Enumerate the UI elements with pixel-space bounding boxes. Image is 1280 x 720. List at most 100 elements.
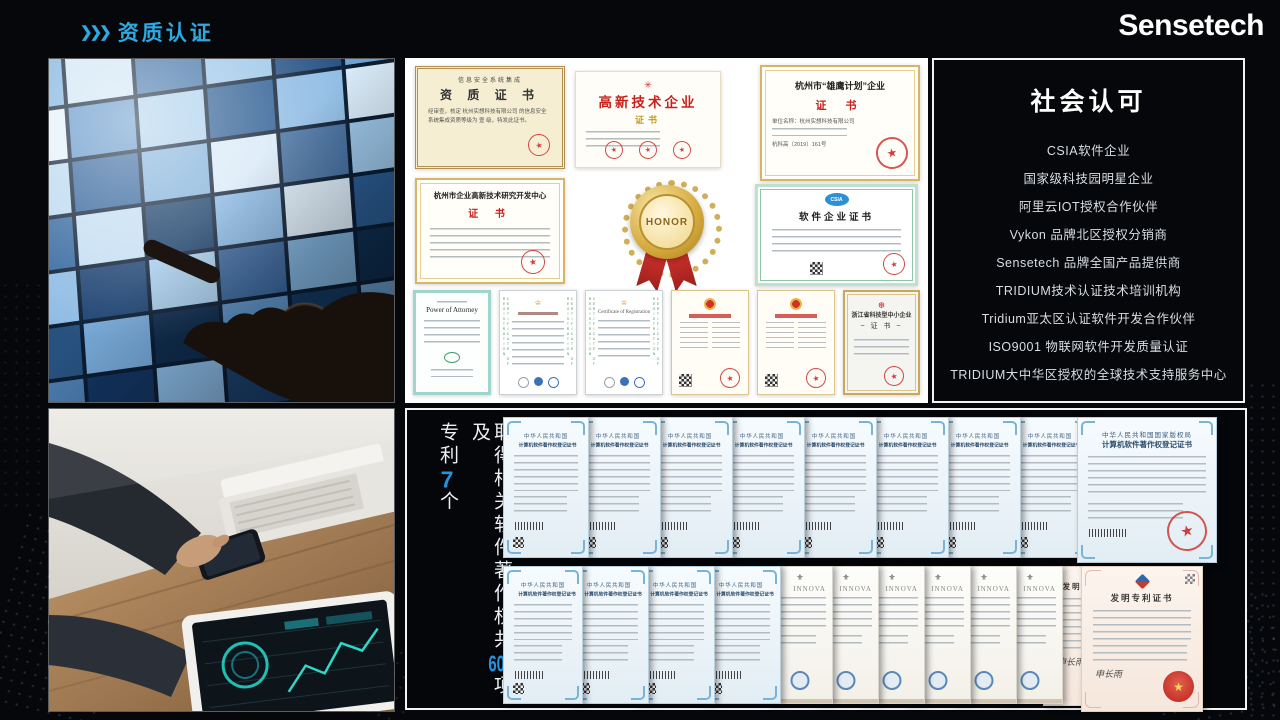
software-copyright-certificate: 中华人民共和国 计算机软件著作权登记证书 [503, 417, 589, 558]
certificate-body-text: 经审查，核定 杭州实想科技有限公司 的信息安全系统集成资质等级为 壹 级，特发此… [428, 108, 552, 126]
blue-ring-seal [837, 671, 856, 690]
chevron-right-icon: ❯❯❯ [80, 23, 109, 41]
blue-ring-seal [883, 671, 902, 690]
text-lines-placeholder [512, 321, 564, 365]
invention-patent-certificate-large: 发明专利证书 申长雨 [1081, 566, 1203, 712]
certificate-title: Power of Attorney [422, 306, 482, 314]
cnipa-logo [1134, 574, 1150, 590]
certificate-software-enterprise: CSIA 软件企业证书 [755, 184, 918, 286]
certificate-subtitle: 证 书 [772, 97, 908, 113]
medal-label: HONOR [639, 194, 695, 250]
certificate-title: Certificate of Registration [596, 310, 652, 315]
particle-dots-decoration [0, 280, 46, 510]
certificate-of-registration-cn: CERTIFICATE OF REGISTRATION CERTIFICATE … [499, 290, 577, 395]
photo-hand-touch-screens-art [49, 59, 394, 402]
text-lines-placeholder [854, 339, 909, 355]
certificate-eagle-plan: 杭州市“雄鹰计划”企业 证 书 单位名称：杭州实想科技有限公司 杭科高〔2019… [760, 65, 920, 181]
csia-cloud-logo: CSIA [825, 193, 849, 206]
certificate-title: 高新技术企业 [586, 91, 710, 111]
medal-ring: HONOR [630, 185, 704, 259]
certificate-security-integration: 信息安全系统集成 资 质 证 书 经审查，核定 杭州实想科技有限公司 的信息安全… [415, 66, 565, 169]
photo-hand-touch-screens [48, 58, 395, 403]
page-title-text: 资质认证 [118, 17, 214, 47]
list-item: TRIDIUM大中华区授权的全球技术支持服务中心 [950, 364, 1227, 383]
patent-summary-column: 专利7个 [435, 422, 458, 704]
national-emblem-icon [704, 298, 716, 310]
blue-ring-seal [929, 671, 948, 690]
crest-icon: ♔ [510, 299, 566, 308]
qr-code [810, 262, 823, 275]
gray-seal [518, 377, 529, 388]
red-seal [718, 366, 741, 389]
qr-code [765, 374, 778, 387]
patents-summary-vertical-text: 取得相关软件著作权共60+项及 专利7个 [423, 422, 512, 704]
certificate-category: 信息安全系统集成 [428, 75, 552, 84]
text-lines-placeholder [431, 369, 473, 377]
red-seal [672, 140, 693, 161]
certificates-panel: 信息安全系统集成 资 质 证 书 经审查，核定 杭州实想科技有限公司 的信息安全… [405, 58, 928, 403]
red-seal [882, 364, 905, 387]
red-seal [804, 366, 827, 389]
list-item: CSIA软件企业 [1047, 140, 1130, 159]
certificate-title: 杭州市企业高新技术研究开发中心 [426, 190, 554, 201]
patent-count: 7 [434, 468, 460, 491]
certificate-subtitle: 证书 [586, 113, 710, 126]
page-title: ❯❯❯ 资质认证 [80, 17, 214, 47]
certificate-title: 资 质 证 书 [428, 86, 552, 103]
red-seal [604, 140, 625, 161]
summary-text: 专利 [437, 422, 458, 468]
sensetech-logo: Sensetech [1118, 9, 1264, 43]
certificate-with-national-emblem [671, 290, 749, 395]
copyright-certificates-row: 中华人民共和国 计算机软件著作权登记证书 中华人民共和国 计算机软件著作权登记证… [503, 417, 1217, 564]
qualification-certification-slide: ❯❯❯ 资质认证 Sensetech [0, 0, 1280, 720]
list-item: Vykon 品牌北区授权分销商 [1010, 224, 1168, 243]
coat-of-arms-icon: ⚜ [774, 573, 826, 583]
patents-panel: 取得相关软件著作权共60+项及 专利7个 中华人民共和国 计算机软件著作权登记证… [405, 408, 1247, 710]
certificate-subtitle: ~ 证 书 ~ [851, 321, 912, 331]
certificate-zhejiang-sme: ❆ 浙江省科技型中小企业 ~ 证 书 ~ [843, 290, 920, 395]
text-lines-placeholder [772, 128, 847, 136]
green-oval-seal [444, 352, 460, 363]
list-item: Tridium亚太区认证软件开发合作伙伴 [982, 308, 1196, 327]
blue-seal [534, 377, 543, 386]
red-seal [638, 140, 659, 161]
certificate-title: 杭州市“雄鹰计划”企业 [772, 79, 908, 92]
text-columns-placeholder [680, 322, 740, 352]
flame-logo-icon: ❆ [851, 301, 912, 310]
certificate-with-national-emblem [757, 290, 835, 395]
red-seal [881, 251, 906, 276]
certificate-title-placeholder [518, 312, 557, 315]
blue-ring-seal [791, 671, 810, 690]
certificate-title: 浙江省科技型中小企业 [851, 310, 912, 319]
certificate-high-tech-enterprise: ✳ 高新技术企业 证书 [575, 71, 721, 168]
text-lines-placeholder [598, 320, 650, 362]
seal-row [576, 141, 720, 159]
certificate-line: 单位名称：杭州实想科技有限公司 [772, 117, 908, 125]
text-lines-placeholder [772, 229, 901, 255]
qr-code [1185, 574, 1195, 584]
list-item: 国家级科技园明星企业 [1023, 168, 1153, 187]
software-copyright-certificate: 中华人民共和国 计算机软件著作权登记证书 [503, 566, 583, 704]
text-columns-placeholder [766, 322, 826, 352]
red-seal [526, 132, 551, 157]
seal-row [586, 377, 662, 388]
red-emblem-icon: ✳ [586, 80, 710, 90]
list-item: Sensetech 品牌全国产品提供商 [996, 252, 1181, 271]
gray-seal [604, 377, 615, 388]
text-lines-placeholder [424, 320, 480, 346]
certificate-title: 软件企业证书 [768, 209, 905, 223]
photo-desk-work-scene [48, 408, 395, 712]
blue-ring-seal [634, 377, 645, 388]
red-national-emblem-seal [1163, 671, 1194, 702]
vertical-side-text: CERTIFICATE OF REGISTRATION [588, 297, 596, 388]
list-item: ISO9001 物联网软件开发质量认证 [989, 336, 1189, 355]
seal-row [500, 377, 576, 388]
blue-ring-seal [1021, 671, 1040, 690]
certificate-title-placeholder [775, 314, 817, 318]
list-item: TRIDIUM技术认证技术培训机构 [996, 280, 1182, 299]
software-copyright-certificate-large: 中华人民共和国国家版权局 计算机软件著作权登记证书 [1077, 417, 1217, 563]
certificate-rnd-center: 杭州市企业高新技术研究开发中心 证 书 [415, 178, 565, 284]
crest-icon: ♔ [596, 299, 652, 308]
blue-seal [620, 377, 629, 386]
blue-ring-seal [548, 377, 559, 388]
